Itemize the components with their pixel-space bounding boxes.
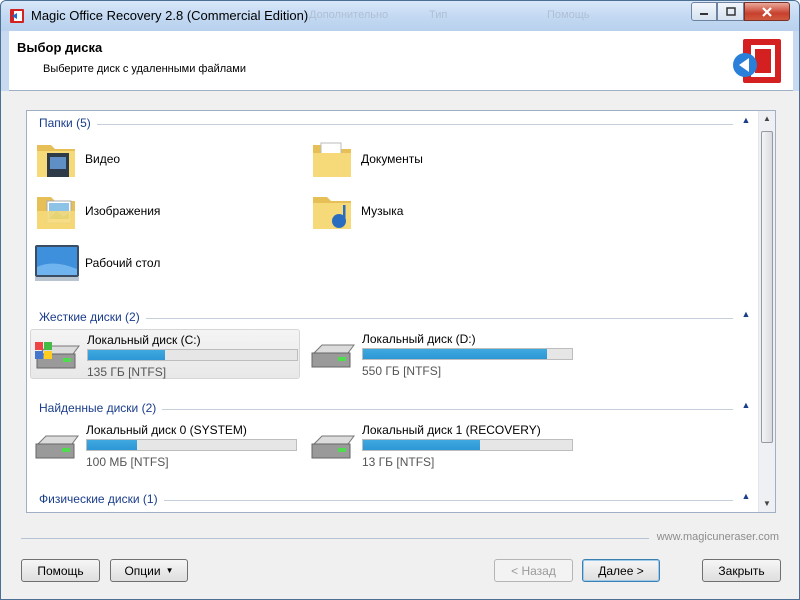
section-label: Жесткие диски (2) <box>39 310 146 324</box>
drive-size-info: 135 ГБ [NTFS] <box>87 365 167 379</box>
minimize-button[interactable] <box>691 2 717 21</box>
drive-usage-bar <box>362 348 573 360</box>
images-folder-icon <box>37 197 75 229</box>
drive-label: Локальный диск (D:) <box>362 332 476 346</box>
back-button[interactable]: < Назад <box>494 559 573 582</box>
folder-item-images[interactable]: Изображения <box>33 187 283 235</box>
section-hard-disks-header[interactable]: Жесткие диски (2) ▲ <box>39 309 753 326</box>
minimize-icon <box>700 12 708 15</box>
drive-usage-fill <box>363 349 547 359</box>
drive-size-info: 100 МБ [NTFS] <box>86 455 169 469</box>
ghost-menu-item: Дополнительно <box>309 9 389 21</box>
drive-usage-fill <box>88 350 166 360</box>
folder-label: Изображения <box>85 204 161 218</box>
help-button[interactable]: Помощь <box>21 559 100 582</box>
close-button[interactable]: Закрыть <box>702 559 781 582</box>
page-title: Выбор диска <box>17 40 103 55</box>
maximize-icon <box>725 6 736 16</box>
hard-drive-icon <box>35 435 79 459</box>
section-label: Папки (5) <box>39 116 97 130</box>
documents-folder-icon <box>313 142 351 177</box>
collapse-arrow-icon[interactable]: ▲ <box>739 400 753 414</box>
help-button-label: Помощь <box>37 563 84 578</box>
section-folders-header[interactable]: Папки (5) ▲ <box>39 115 753 132</box>
next-button[interactable]: Далее > <box>582 559 660 582</box>
app-window: Magic Office Recovery 2.8 (Commercial Ed… <box>0 0 800 600</box>
hard-drive-icon <box>311 435 355 459</box>
drive-item-c[interactable]: Локальный диск (C:) 135 ГБ [NTFS] <box>30 329 300 379</box>
dropdown-arrow-icon: ▼ <box>165 566 174 575</box>
drive-usage-bar <box>86 439 297 451</box>
vertical-scrollbar[interactable]: ▲ ▼ <box>758 111 775 512</box>
drive-usage-bar <box>87 349 298 361</box>
footer-divider <box>21 538 649 539</box>
back-button-label: < Назад <box>511 563 556 578</box>
section-label: Найденные диски (2) <box>39 401 163 415</box>
ghost-menu-item: Тип <box>429 9 448 21</box>
next-button-label: Далее > <box>598 563 644 578</box>
folder-item-documents[interactable]: Документы <box>309 135 559 183</box>
options-button-label: Опции <box>124 563 161 578</box>
drive-item-found-0[interactable]: Локальный диск 0 (SYSTEM) 100 МБ [NTFS] <box>30 420 300 470</box>
maximize-button[interactable] <box>717 2 744 21</box>
folder-label: Документы <box>361 152 423 166</box>
window-title: Magic Office Recovery 2.8 (Commercial Ed… <box>31 8 309 23</box>
folder-label: Музыка <box>361 204 404 218</box>
section-physical-disks-header[interactable]: Физические диски (1) ▲ <box>39 491 753 508</box>
drive-list-panel[interactable]: Папки (5) ▲ Видео Документы Изображения … <box>26 110 776 513</box>
system-hard-drive-icon <box>35 342 80 369</box>
drive-size-info: 13 ГБ [NTFS] <box>362 455 435 469</box>
options-button[interactable]: Опции ▼ <box>110 559 188 582</box>
desktop-icon <box>35 245 79 281</box>
drive-label: Локальный диск 1 (RECOVERY) <box>362 423 541 437</box>
section-found-disks-header[interactable]: Найденные диски (2) ▲ <box>39 400 753 417</box>
drive-label: Локальный диск 0 (SYSTEM) <box>86 423 247 437</box>
drive-item-found-1[interactable]: Локальный диск 1 (RECOVERY) 13 ГБ [NTFS] <box>306 420 576 470</box>
drive-usage-fill <box>87 440 138 450</box>
close-window-button[interactable] <box>744 2 790 21</box>
collapse-arrow-icon[interactable]: ▲ <box>739 309 753 323</box>
title-bar[interactable]: Magic Office Recovery 2.8 (Commercial Ed… <box>1 1 799 31</box>
video-folder-icon <box>37 145 75 177</box>
ghost-menu-item: Помощь <box>547 9 590 21</box>
hard-drive-icon <box>311 344 355 368</box>
drive-item-d[interactable]: Локальный диск (D:) 550 ГБ [NTFS] <box>306 329 576 379</box>
scroll-thumb[interactable] <box>761 131 773 443</box>
folder-item-video[interactable]: Видео <box>33 135 283 183</box>
section-label: Физические диски (1) <box>39 492 164 506</box>
close-button-label: Закрыть <box>718 563 765 578</box>
folder-label: Рабочий стол <box>85 256 161 270</box>
music-folder-icon <box>313 197 351 229</box>
collapse-arrow-icon[interactable]: ▲ <box>739 115 753 129</box>
drive-usage-fill <box>363 440 481 450</box>
page-subtitle: Выберите диск с удаленными файлами <box>43 63 246 75</box>
drive-usage-bar <box>362 439 573 451</box>
website-watermark: www.magicuneraser.com <box>656 531 779 543</box>
drive-size-info: 550 ГБ [NTFS] <box>362 364 442 378</box>
scroll-up-icon[interactable]: ▲ <box>759 111 775 127</box>
drive-label: Локальный диск (C:) <box>87 333 201 347</box>
app-icon <box>10 9 24 23</box>
folder-label: Видео <box>85 152 121 166</box>
folder-item-music[interactable]: Музыка <box>309 187 559 235</box>
app-logo-icon <box>733 39 781 83</box>
folder-item-desktop[interactable]: Рабочий стол <box>33 239 283 287</box>
close-icon <box>762 6 772 17</box>
collapse-arrow-icon[interactable]: ▲ <box>739 491 753 505</box>
wizard-header: Выбор диска Выберите диск с удаленными ф… <box>9 31 793 91</box>
scroll-down-icon[interactable]: ▼ <box>759 496 775 512</box>
